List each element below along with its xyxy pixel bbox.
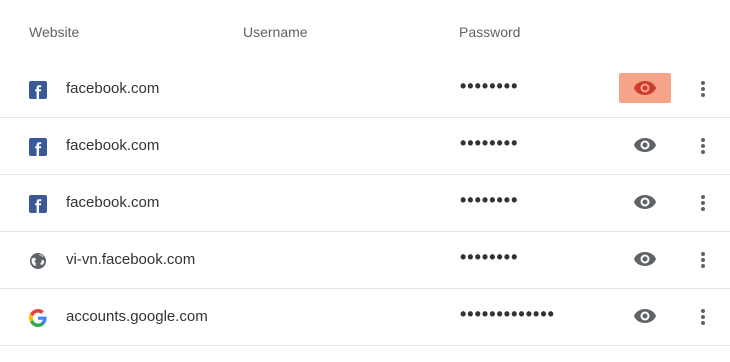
show-password-button[interactable] [619,187,671,217]
show-password-button[interactable] [619,301,671,331]
site-name: facebook.com [66,194,160,211]
more-actions-button[interactable] [694,77,712,101]
password-row: facebook.com •••••••• [0,118,730,175]
more-actions-button[interactable] [694,305,712,329]
password-mask: •••••••• [460,190,519,210]
password-mask: •••••••• [460,76,519,96]
eye-icon [634,81,656,95]
password-table-header: Website Username Password [0,0,730,62]
facebook-icon [29,81,47,99]
more-actions-button[interactable] [694,191,712,215]
globe-icon [29,252,47,270]
column-header-password: Password [459,24,521,40]
show-password-button[interactable] [619,130,671,160]
username-value [243,137,423,157]
more-actions-button[interactable] [694,134,712,158]
username-value [243,308,423,328]
password-mask: •••••••• [460,247,519,267]
password-table-body: facebook.com •••••••• facebook.com •••••… [0,61,730,346]
more-vert-icon [701,80,705,98]
username-value [243,80,423,100]
username-value [243,194,423,214]
password-row: vi-vn.facebook.com •••••••• [0,232,730,289]
site-name: accounts.google.com [66,308,208,325]
site-name: facebook.com [66,137,160,154]
column-header-username: Username [243,24,308,40]
google-icon [29,309,47,327]
show-password-button[interactable] [619,73,671,103]
eye-icon [634,195,656,209]
more-vert-icon [701,308,705,326]
password-mask: •••••••• [460,133,519,153]
eye-icon [634,252,656,266]
site-name: facebook.com [66,80,160,97]
site-name: vi-vn.facebook.com [66,251,196,268]
more-actions-button[interactable] [694,248,712,272]
username-value [243,251,423,271]
password-row: accounts.google.com ••••••••••••• [0,289,730,346]
password-mask: ••••••••••••• [460,304,555,324]
password-row: facebook.com •••••••• [0,61,730,118]
more-vert-icon [701,194,705,212]
eye-icon [634,309,656,323]
eye-icon [634,138,656,152]
saved-passwords-panel: Website Username Password facebook.com •… [0,0,730,362]
facebook-icon [29,195,47,213]
password-row: facebook.com •••••••• [0,175,730,232]
show-password-button[interactable] [619,244,671,274]
more-vert-icon [701,251,705,269]
column-header-website: Website [29,24,80,40]
more-vert-icon [701,137,705,155]
facebook-icon [29,138,47,156]
